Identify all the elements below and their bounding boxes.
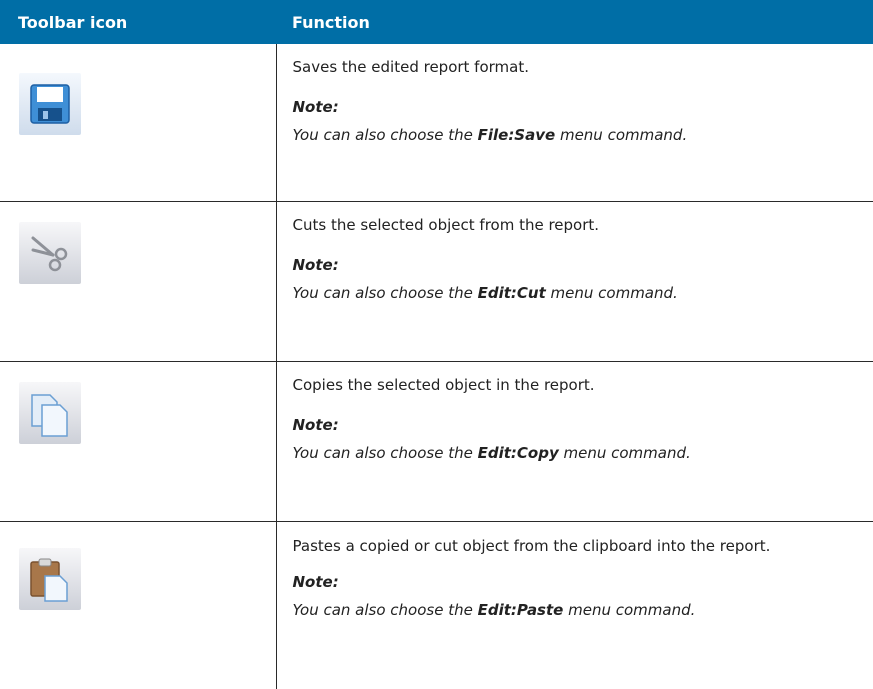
table-row: Saves the edited report format. Note: Yo… [0, 44, 873, 202]
function-description: Cuts the selected object from the report… [293, 214, 858, 236]
note-text: You can also choose the File:Save menu c… [293, 126, 858, 144]
icon-cell [0, 44, 276, 202]
note-text: You can also choose the Edit:Copy menu c… [293, 444, 858, 462]
note-prefix: You can also choose the [293, 444, 478, 462]
note-prefix: You can also choose the [293, 126, 478, 144]
toolbar-icons-table: Toolbar icon Function Saves the edited r… [0, 0, 873, 689]
note-text: You can also choose the Edit:Paste menu … [293, 601, 858, 619]
save-disk-icon [19, 73, 81, 135]
function-cell: Cuts the selected object from the report… [276, 202, 873, 362]
icon-cell [0, 522, 276, 689]
menu-command: Edit:Paste [478, 601, 564, 619]
copy-pages-icon [19, 382, 81, 444]
menu-command: Edit:Cut [478, 284, 546, 302]
table-row: Pastes a copied or cut object from the c… [0, 522, 873, 689]
icon-cell [0, 202, 276, 362]
note-prefix: You can also choose the [293, 601, 478, 619]
note-suffix: menu command. [563, 601, 695, 619]
table-header-row: Toolbar icon Function [0, 0, 873, 44]
function-cell: Saves the edited report format. Note: Yo… [276, 44, 873, 202]
note-label: Note: [293, 416, 858, 434]
table-row: Cuts the selected object from the report… [0, 202, 873, 362]
menu-command: File:Save [478, 126, 556, 144]
table-row: Copies the selected object in the report… [0, 362, 873, 522]
header-toolbar-icon: Toolbar icon [0, 0, 276, 44]
note-label: Note: [293, 98, 858, 116]
function-cell: Pastes a copied or cut object from the c… [276, 522, 873, 689]
function-description: Pastes a copied or cut object from the c… [293, 533, 858, 559]
note-suffix: menu command. [555, 126, 687, 144]
note-label: Note: [293, 256, 858, 274]
note-suffix: menu command. [546, 284, 678, 302]
paste-clipboard-icon [19, 548, 81, 610]
function-cell: Copies the selected object in the report… [276, 362, 873, 522]
note-text: You can also choose the Edit:Cut menu co… [293, 284, 858, 302]
note-suffix: menu command. [559, 444, 691, 462]
icon-cell [0, 362, 276, 522]
function-description: Saves the edited report format. [293, 56, 858, 78]
header-function: Function [276, 0, 873, 44]
scissors-icon [19, 222, 81, 284]
menu-command: Edit:Copy [478, 444, 559, 462]
note-label: Note: [293, 573, 858, 591]
note-prefix: You can also choose the [293, 284, 478, 302]
function-description: Copies the selected object in the report… [293, 374, 858, 396]
